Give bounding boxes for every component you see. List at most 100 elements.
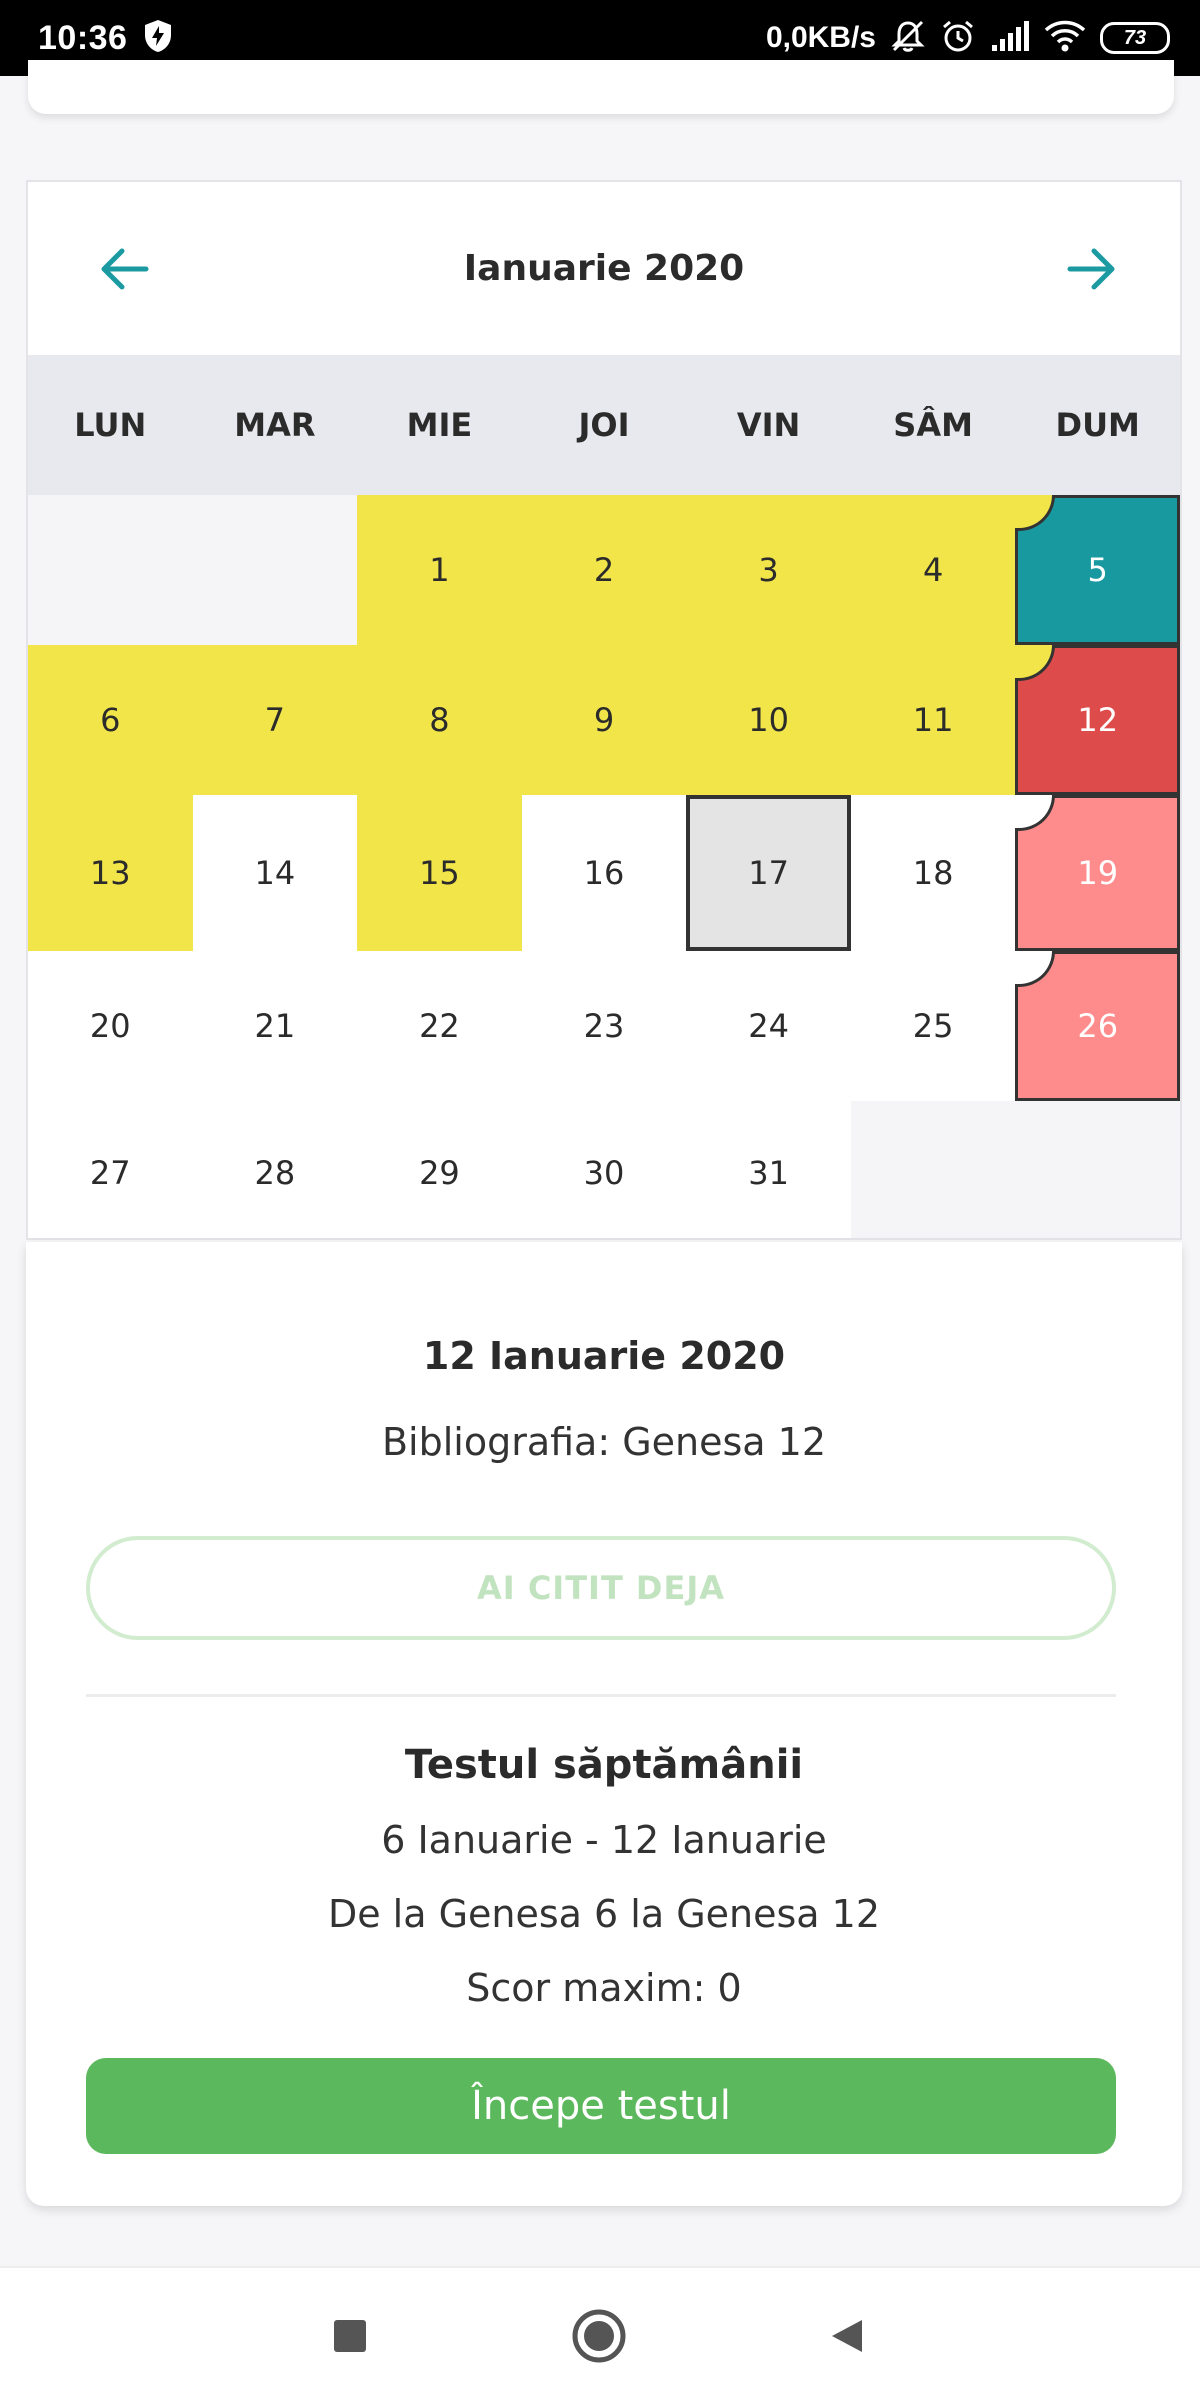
day-number: 29	[419, 1154, 460, 1192]
calendar-day-cell[interactable]: 30	[522, 1101, 687, 1238]
calendar-day-cell[interactable]: 7	[192, 645, 358, 795]
calendar-day-cell[interactable]: 8	[357, 645, 522, 795]
day-number: 7	[264, 701, 286, 739]
day-number: 18	[912, 854, 954, 892]
calendar-day-cell[interactable]: 13	[28, 795, 193, 951]
home-button[interactable]	[571, 2308, 627, 2364]
day-number: 31	[748, 1154, 789, 1192]
next-month-button[interactable]	[1064, 241, 1120, 297]
day-number: 15	[419, 854, 460, 892]
calendar-week-row: 13 14 15 16 17 18 19	[28, 795, 1180, 951]
calendar-day-cell[interactable]: 27	[28, 1101, 193, 1238]
day-number: 13	[89, 854, 131, 892]
calendar-empty-cell	[28, 495, 193, 645]
prev-month-button[interactable]	[96, 241, 152, 297]
bell-muted-icon	[890, 18, 926, 59]
calendar-day-cell[interactable]: 16	[522, 795, 687, 951]
day-number: 21	[254, 1007, 296, 1045]
already-read-button[interactable]: AI CITIT DEJA	[86, 1536, 1116, 1640]
weekday-label: MAR	[234, 406, 316, 444]
previous-card	[28, 60, 1174, 114]
weekday-label: MIE	[406, 406, 473, 444]
calendar-day-cell[interactable]: 2	[521, 495, 687, 645]
test-max-score: Scor maxim: 0	[466, 1966, 742, 2010]
month-title: Ianuarie 2020	[463, 248, 745, 289]
status-left: 10:36	[38, 19, 173, 58]
day-number: 11	[912, 701, 954, 739]
day-number: 19	[1077, 854, 1119, 892]
day-number: 14	[254, 854, 296, 892]
calendar-day-cell[interactable]: 5	[1015, 495, 1180, 645]
test-marker-corner	[1015, 645, 1056, 681]
calendar-empty-cell	[192, 495, 358, 645]
weekday-header-row: LUN MAR MIE JOI VIN SÂM DUM	[28, 355, 1180, 495]
status-time: 10:36	[38, 18, 128, 57]
recents-button[interactable]	[322, 2308, 378, 2364]
day-number: 17	[748, 854, 789, 892]
calendar-day-cell[interactable]: 18	[851, 795, 1016, 951]
calendar-week-row: 6 7 8 9 10 11 12	[28, 645, 1180, 795]
selected-date: 12 Ianuarie 2020	[422, 1334, 786, 1378]
day-number: 26	[1077, 1007, 1119, 1045]
battery-indicator: 73	[1100, 22, 1170, 54]
day-number: 28	[254, 1154, 296, 1192]
day-number: 16	[583, 854, 625, 892]
day-number: 3	[758, 551, 779, 589]
calendar-day-cell[interactable]: 12	[1015, 645, 1180, 795]
alarm-icon	[940, 18, 976, 59]
weekday-label: JOI	[578, 406, 630, 444]
back-button[interactable]	[818, 2308, 874, 2364]
calendar-day-cell[interactable]: 1	[357, 495, 522, 645]
network-speed: 0,0KB/s	[765, 21, 876, 54]
day-number: 6	[100, 701, 121, 739]
calendar-day-cell[interactable]: 6	[28, 645, 193, 795]
day-number: 5	[1087, 551, 1108, 589]
circle-icon	[572, 2309, 626, 2363]
calendar-day-cell[interactable]: 26	[1015, 951, 1180, 1101]
day-number: 27	[89, 1154, 131, 1192]
days-grid: 1 2 3 4 5 6 7 8 9 10 11 12 13 14 15 16 17 18 19 20 21 22 23 24 2…	[28, 495, 1180, 1238]
day-number: 10	[748, 701, 789, 739]
bibliography-text: Bibliografia: Genesa 12	[381, 1420, 827, 1464]
calendar-day-cell[interactable]: 28	[193, 1101, 358, 1238]
test-chapters: De la Genesa 6 la Genesa 12	[327, 1892, 881, 1936]
calendar-day-cell[interactable]: 14	[193, 795, 358, 951]
square-icon	[334, 2320, 366, 2352]
day-number: 8	[429, 701, 450, 739]
calendar-day-cell[interactable]: 23	[522, 951, 687, 1101]
calendar-day-cell[interactable]: 29	[357, 1101, 522, 1238]
calendar-day-cell[interactable]: 3	[686, 495, 851, 645]
calendar-day-cell[interactable]: 10	[686, 645, 851, 795]
day-number: 9	[593, 701, 615, 739]
calendar-day-cell[interactable]: 22	[357, 951, 522, 1101]
calendar-day-cell[interactable]: 19	[1015, 795, 1180, 951]
calendar-day-cell[interactable]: 31	[686, 1101, 851, 1238]
calendar-day-cell[interactable]: 20	[28, 951, 193, 1101]
calendar-card: Ianuarie 2020 LUN MAR MIE JOI VIN SÂM DU…	[26, 180, 1182, 1240]
calendar-day-cell[interactable]: 9	[521, 645, 687, 795]
calendar-day-cell[interactable]: 17	[686, 795, 851, 951]
test-marker-corner	[1015, 495, 1056, 531]
calendar-day-cell[interactable]: 11	[850, 645, 1016, 795]
start-test-button[interactable]: Începe testul	[86, 2058, 1116, 2154]
calendar-day-cell[interactable]: 21	[193, 951, 358, 1101]
day-number: 22	[419, 1007, 460, 1045]
day-number: 12	[1077, 701, 1119, 739]
arrow-left-icon	[101, 248, 149, 289]
calendar-day-cell[interactable]: 15	[357, 795, 522, 951]
calendar-empty-cell	[1015, 1101, 1180, 1238]
day-detail-card: 12 Ianuarie 2020 Bibliografia: Genesa 12…	[26, 1242, 1182, 2206]
data-saver-icon	[143, 19, 173, 58]
arrow-right-icon	[1067, 248, 1115, 289]
calendar-day-cell[interactable]: 25	[851, 951, 1016, 1101]
calendar-day-cell[interactable]: 24	[686, 951, 851, 1101]
calendar-week-row: 20 21 22 23 24 25 26	[28, 951, 1180, 1101]
wifi-icon	[1044, 19, 1086, 58]
calendar-day-cell[interactable]: 4	[850, 495, 1016, 645]
day-number: 1	[429, 551, 450, 589]
day-number: 24	[748, 1007, 789, 1045]
weekly-test-title: Testul săptămânii	[404, 1742, 804, 1788]
day-number: 4	[922, 551, 944, 589]
weekday-label: VIN	[736, 406, 801, 444]
day-number: 23	[583, 1007, 625, 1045]
